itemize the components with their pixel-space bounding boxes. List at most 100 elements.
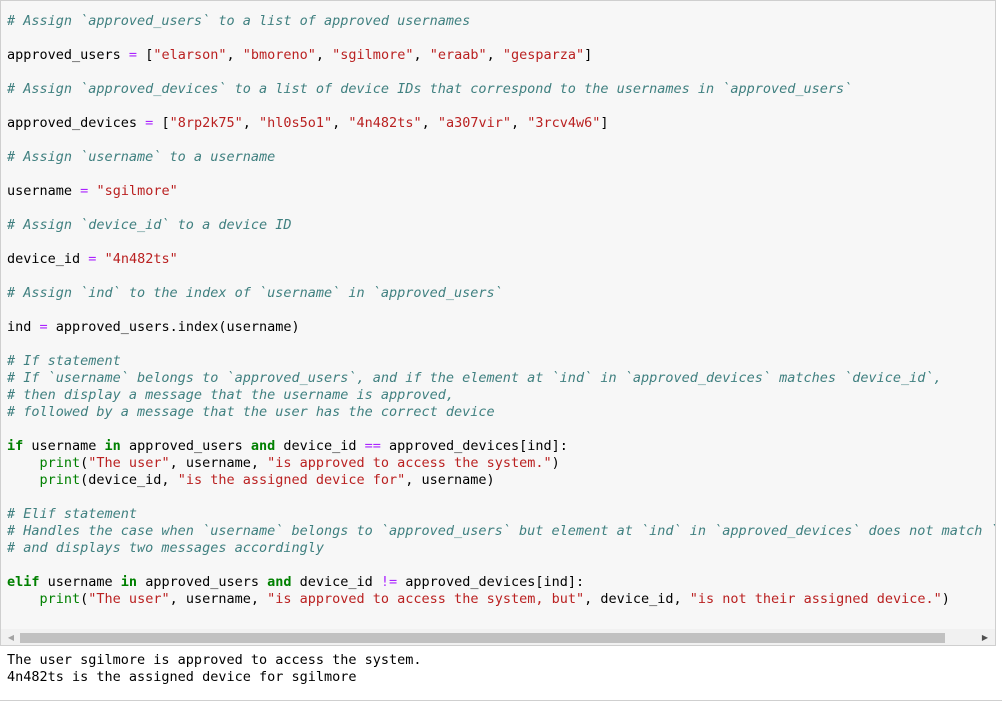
code-token: # then display a message that the userna… (7, 387, 455, 403)
code-token: "8rp2k75" (169, 115, 243, 131)
code-token: "gesparza" (502, 47, 585, 63)
code-token: # and displays two messages accordingly (7, 540, 324, 556)
code-token: approved_users (7, 47, 129, 63)
code-token: # Handles the case when `username` belon… (7, 523, 995, 539)
code-line: print("The user", username, "is approved… (7, 455, 560, 472)
code-token: ] (600, 115, 609, 131)
code-token: in (104, 438, 121, 454)
code-line: # then display a message that the userna… (7, 387, 454, 404)
code-token: ind (7, 319, 40, 335)
code-line: print(device_id, "is the assigned device… (7, 472, 495, 489)
code-token: # If statement (7, 353, 121, 369)
code-token: username (7, 183, 81, 199)
code-line: # Assign `approved_users` to a list of a… (7, 13, 470, 30)
code-token: "sgilmore" (96, 183, 178, 199)
code-line: # followed by a message that the user ha… (7, 404, 495, 421)
code-token: , device_id, (584, 591, 690, 607)
code-token: and (267, 574, 292, 590)
code-token: , (315, 47, 333, 63)
code-token: device_id (291, 574, 381, 590)
code-token: "4n482ts" (348, 115, 422, 131)
code-token: # If `username` belongs to `approved_use… (7, 370, 942, 386)
code-token: "a307vir" (437, 115, 511, 131)
code-token: [ (137, 47, 154, 63)
code-line: # Assign `username` to a username (7, 149, 275, 166)
code-token: print (39, 591, 81, 607)
code-line: approved_users = ["elarson", "bmoreno", … (7, 47, 592, 64)
code-token: username (39, 574, 121, 590)
scroll-right-arrow-icon[interactable]: ▶ (977, 629, 993, 645)
code-token: # Assign `device_id` to a device ID (7, 217, 292, 233)
code-token: , username) (405, 472, 495, 488)
code-token: "hl0s5o1" (259, 115, 333, 131)
code-token: "elarson" (153, 47, 227, 63)
scrollbar-thumb[interactable] (20, 633, 945, 643)
code-token: , username, (169, 455, 268, 471)
code-cell[interactable]: # Assign `approved_users` to a list of a… (0, 0, 996, 646)
code-token: , (242, 115, 259, 131)
code-line: username = "sgilmore" (7, 183, 178, 200)
code-line: # Assign `ind` to the index of `username… (7, 285, 503, 302)
code-token: # Assign `ind` to the index of `username… (7, 285, 503, 301)
code-token: and (250, 438, 276, 454)
code-token: approved_users (137, 574, 268, 590)
code-token: ] (584, 47, 593, 63)
code-token: = (39, 319, 48, 335)
code-token: ) (551, 455, 560, 471)
code-line: # Assign `device_id` to a device ID (7, 217, 291, 234)
code-token: , (413, 47, 430, 63)
code-token: # followed by a message that the user ha… (7, 404, 495, 420)
code-token: "is the assigned device for" (177, 472, 406, 488)
code-line: device_id = "4n482ts" (7, 251, 178, 268)
code-token: , (226, 47, 243, 63)
code-token: device_id (7, 251, 89, 267)
code-line: elif username in approved_users and devi… (7, 574, 584, 591)
scroll-left-arrow-icon[interactable]: ◀ (3, 629, 19, 645)
code-token: "is approved to access the system." (267, 455, 552, 471)
code-token: ) (941, 591, 950, 607)
divider (0, 700, 1002, 701)
code-line: # If `username` belongs to `approved_use… (7, 370, 942, 387)
output-line: The user sgilmore is approved to access … (7, 652, 422, 668)
code-line: # If statement (7, 353, 121, 370)
code-line: # Elif statement (7, 506, 137, 523)
code-token: [ (153, 115, 170, 131)
code-token: # Assign `approved_users` to a list of a… (7, 13, 471, 29)
code-line: print("The user", username, "is approved… (7, 591, 950, 608)
code-token: "3rcv4w6" (527, 115, 601, 131)
code-token: in (120, 574, 138, 590)
code-token: , username, (169, 591, 268, 607)
code-token: approved_devices[ind]: (397, 574, 585, 590)
code-token: != (380, 574, 398, 590)
code-token: == (364, 438, 381, 454)
code-token: elif (7, 574, 40, 590)
code-token: , (332, 115, 349, 131)
code-token: # Elif statement (7, 506, 138, 522)
code-token: "The user" (88, 591, 170, 607)
code-token: "is not their assigned device." (689, 591, 942, 607)
code-token: print (39, 472, 81, 488)
code-token: (device_id, (80, 472, 178, 488)
code-token: , (511, 115, 528, 131)
code-token: approved_devices (7, 115, 146, 131)
code-line: approved_devices = ["8rp2k75", "hl0s5o1"… (7, 115, 609, 132)
cell-output: The user sgilmore is approved to access … (0, 652, 1002, 702)
code-line: # Handles the case when `username` belon… (7, 523, 995, 540)
code-token: = (128, 47, 138, 63)
output-line: 4n482ts is the assigned device for sgilm… (7, 669, 357, 685)
code-token: approved_devices[ind]: (380, 438, 568, 454)
code-editor[interactable]: # Assign `approved_users` to a list of a… (1, 1, 995, 627)
code-token: device_id (275, 438, 365, 454)
code-token: "The user" (88, 455, 170, 471)
code-token: "eraab" (429, 47, 487, 63)
code-token: username (23, 438, 105, 454)
code-line: ind = approved_users.index(username) (7, 319, 300, 336)
code-line: if username in approved_users and device… (7, 438, 568, 455)
code-line: # Assign `approved_devices` to a list of… (7, 81, 852, 98)
code-token: if (7, 438, 24, 454)
horizontal-scrollbar[interactable]: ◀ ▶ (1, 629, 995, 645)
